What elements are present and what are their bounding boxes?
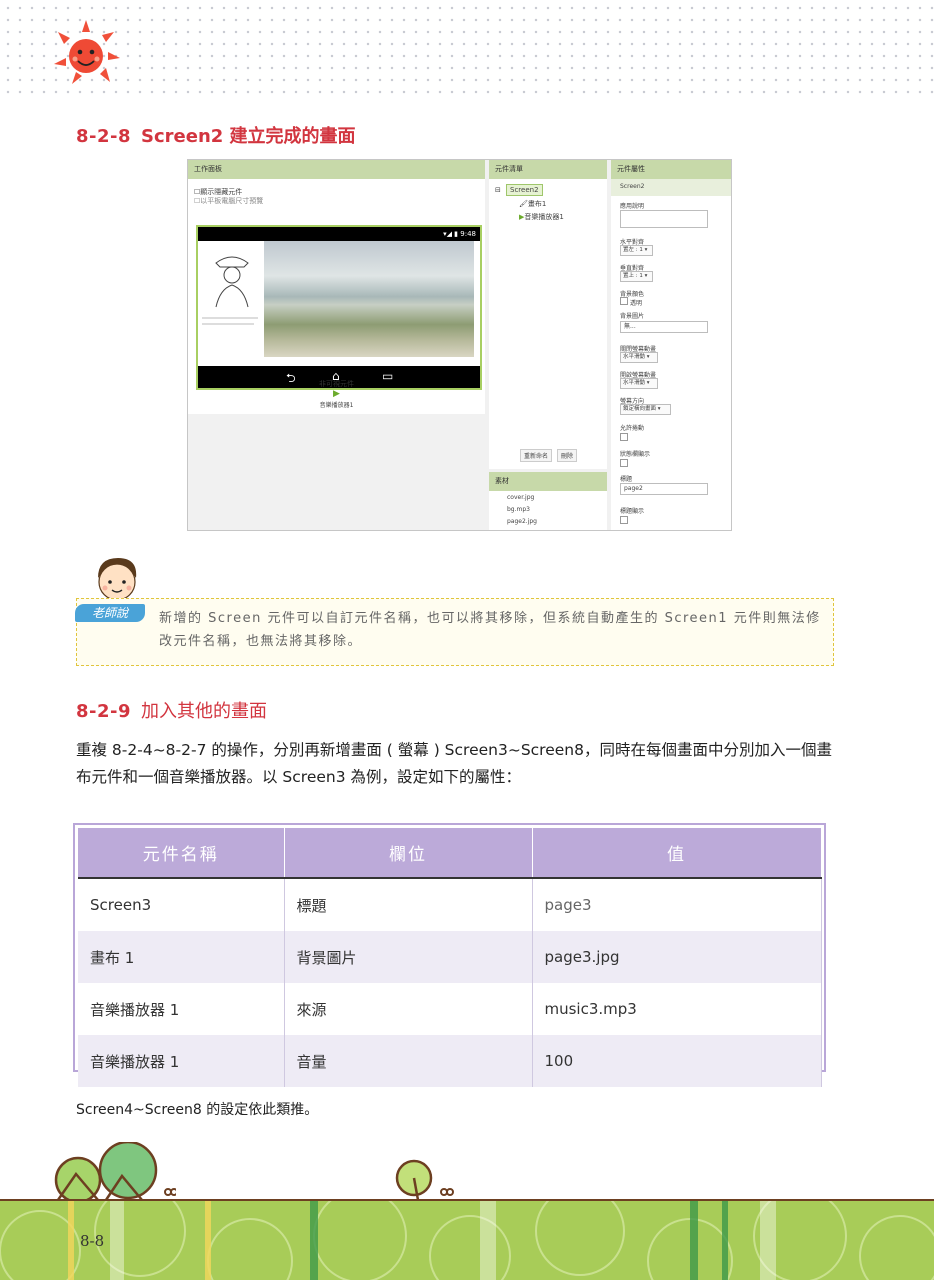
sun-icon: [54, 20, 120, 84]
table-cell: music3.mp3: [532, 983, 822, 1035]
close-anim-dropdown[interactable]: 水平滑動 ▾: [620, 352, 658, 363]
about-label: 應用說明: [620, 203, 645, 210]
rename-button[interactable]: 重新命名: [520, 449, 553, 462]
teacher-says-badge: 老師說: [75, 604, 145, 622]
property-table: 元件名稱 欄位 值 Screen3 標題 page3 畫布 1 背景圖片 pag…: [73, 823, 826, 1087]
statusbar-checkbox[interactable]: [620, 459, 628, 467]
properties-panel: Screen2 應用說明 水平對齊 置左 : 1 ▾ 垂直對齊 置上 : 1 ▾…: [611, 179, 731, 530]
designer-screenshot: 工作面板 元件清單 元件屬性 ☐顯示隱藏元件 ☐以平板電腦尺寸預覽 ▾◢ ▮ 9…: [187, 159, 732, 531]
table-header-value: 值: [532, 828, 822, 879]
bgcolor-value: 透明: [630, 300, 643, 307]
section-title: Screen2 建立完成的畫面: [141, 126, 356, 147]
media-file[interactable]: bg.mp3: [507, 506, 530, 513]
table-cell: 背景圖片: [284, 931, 533, 983]
orientation-dropdown[interactable]: 鎖定橫向畫面 ▾: [620, 404, 671, 415]
section-heading-8-2-8: 8-2-8 Screen2 建立完成的畫面: [76, 122, 356, 148]
section-heading-8-2-9: 8-2-9 加入其他的畫面: [76, 697, 267, 723]
tree-item-player1[interactable]: ▶音樂播放器1: [519, 212, 564, 222]
section-title: 加入其他的畫面: [141, 701, 268, 722]
halign-dropdown[interactable]: 置左 : 1 ▾: [620, 245, 653, 256]
bgimage-label: 背景圖片: [620, 313, 645, 320]
valign-dropdown[interactable]: 置上 : 1 ▾: [620, 271, 653, 282]
table-cell: 100: [532, 1035, 822, 1087]
table-row: 音樂播放器 1 來源 music3.mp3: [78, 983, 822, 1035]
properties-header: 元件屬性: [611, 160, 731, 179]
text-line: [202, 323, 254, 325]
body-paragraph: 重複 8-2-4~8-2-7 的操作，分別再新增畫面 ( 螢幕 ) Screen…: [76, 741, 832, 786]
non-visible-player-label: 音樂播放器1: [319, 402, 354, 409]
components-header: 元件清單: [489, 160, 607, 179]
table-row: 音樂播放器 1 音量 100: [78, 1035, 822, 1087]
viewer-header: 工作面板: [188, 160, 485, 179]
title-visible-checkbox[interactable]: [620, 516, 628, 524]
table-row: Screen3 標題 page3: [78, 878, 822, 931]
table-header-field: 欄位: [284, 828, 533, 879]
media-file[interactable]: cover.jpg: [507, 494, 534, 501]
text-line: [202, 317, 258, 319]
section-number: 8-2-8: [76, 126, 132, 147]
phone-preview: ▾◢ ▮ 9:48 ⮌ ⌂ ▭: [196, 225, 482, 390]
components-tree-panel: ⊟ Screen2 🖌畫布1 ▶音樂播放器1 重新命名 刪除: [489, 179, 607, 469]
footer-pattern: [0, 1201, 934, 1280]
media-file[interactable]: page2.jpg: [507, 518, 537, 525]
table-cell: Screen3: [78, 878, 285, 931]
footnote-text: Screen4~Screen8 的設定依此類推。: [76, 1102, 319, 1118]
about-textarea[interactable]: [620, 210, 708, 228]
collapse-icon[interactable]: ⊟: [495, 186, 501, 194]
scroll-label: 允許捲動: [620, 425, 645, 432]
portrait-sketch-image: [215, 256, 249, 308]
tablet-preview-checkbox[interactable]: ☐以平板電腦尺寸預覽: [194, 196, 263, 206]
table-header-component: 元件名稱: [78, 828, 285, 879]
player-icon: ▶: [333, 389, 340, 399]
open-anim-dropdown[interactable]: 水平滑動 ▾: [620, 378, 658, 389]
properties-component-name: Screen2: [620, 183, 645, 190]
table-cell: 來源: [284, 983, 533, 1035]
non-visible-components-label: 非可視元件: [319, 380, 354, 388]
media-header: 素材: [489, 472, 607, 491]
page-number: 8-8: [80, 1232, 105, 1250]
scroll-checkbox[interactable]: [620, 433, 628, 441]
table-cell: page3: [532, 878, 822, 931]
tree-item-canvas1[interactable]: 🖌畫布1: [519, 199, 546, 209]
footer-band: [0, 1201, 934, 1280]
title-label: 標題: [620, 476, 633, 483]
title-visible-label: 標題顯示: [620, 508, 645, 515]
table-cell: 音樂播放器 1: [78, 1035, 285, 1087]
tree-item-screen2[interactable]: Screen2: [506, 184, 543, 196]
watercolor-painting-image: [264, 241, 474, 357]
bgcolor-swatch[interactable]: [620, 297, 628, 305]
title-input[interactable]: page2: [620, 483, 708, 495]
phone-status-bar: ▾◢ ▮ 9:48: [198, 227, 480, 241]
table-cell: page3.jpg: [532, 931, 822, 983]
note-text: 新增的 Screen 元件可以自訂元件名稱，也可以將其移除，但系統自動產生的 S…: [159, 611, 821, 649]
table-cell: 標題: [284, 878, 533, 931]
statusbar-label: 狀態欄顯示: [620, 451, 651, 458]
delete-button[interactable]: 刪除: [557, 449, 578, 462]
table-cell: 音樂播放器 1: [78, 983, 285, 1035]
bgimage-input[interactable]: 無...: [620, 321, 708, 333]
section-number: 8-2-9: [76, 701, 132, 722]
media-panel: cover.jpg bg.mp3 page2.jpg: [489, 491, 607, 530]
dotted-header-background: [0, 0, 934, 95]
viewer-panel: ☐顯示隱藏元件 ☐以平板電腦尺寸預覽 ▾◢ ▮ 9:48 ⮌ ⌂ ▭ 非可視元件…: [188, 179, 485, 414]
teacher-note-box: 老師說 新增的 Screen 元件可以自訂元件名稱，也可以將其移除，但系統自動產…: [75, 598, 834, 666]
small-tree-decoration-icon: [395, 1159, 454, 1201]
table-cell: 音量: [284, 1035, 533, 1087]
table-row: 畫布 1 背景圖片 page3.jpg: [78, 931, 822, 983]
tree-decoration-icon: [54, 1142, 176, 1202]
table-cell: 畫布 1: [78, 931, 285, 983]
